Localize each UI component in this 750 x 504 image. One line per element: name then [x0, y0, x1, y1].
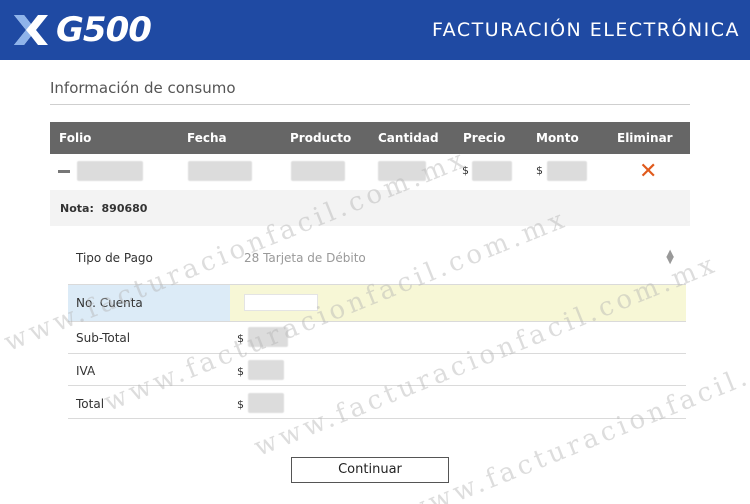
account-row [68, 285, 686, 321]
column-folio: Folio [59, 131, 92, 145]
top-bar: G500 FACTURACIÓN ELECTRÓNICA [0, 0, 750, 60]
folio-cell-redacted [77, 161, 143, 181]
table-row: $ $ ✕ [50, 154, 690, 190]
column-producto: Producto [290, 131, 352, 145]
subtotal-currency: $ [237, 332, 244, 345]
monto-currency: $ [536, 164, 543, 177]
precio-currency: $ [462, 164, 469, 177]
section-title: Información de consumo [50, 79, 236, 97]
account-number-input[interactable] [244, 294, 318, 311]
section-divider [50, 104, 690, 105]
fecha-cell-redacted [188, 161, 252, 181]
table-header: Folio Fecha Producto Cantidad Precio Mon… [50, 122, 690, 154]
form-divider [68, 353, 686, 354]
column-eliminar: Eliminar [617, 131, 673, 145]
payment-type-select[interactable]: 28 Tarjeta de Débito ▲ ▼ [68, 240, 686, 276]
column-monto: Monto [536, 131, 579, 145]
logo-text: G500 [56, 10, 152, 50]
iva-label: IVA [76, 364, 96, 378]
precio-cell-redacted [472, 161, 512, 181]
total-label: Total [76, 397, 105, 411]
nota-label: Nota: [60, 202, 94, 215]
subtotal-label: Sub-Total [76, 331, 131, 345]
iva-currency: $ [237, 365, 244, 378]
continue-button[interactable]: Continuar [291, 457, 449, 483]
collapse-row-icon[interactable] [58, 170, 70, 173]
nota-text: Nota: 890680 [60, 202, 147, 215]
column-fecha: Fecha [187, 131, 227, 145]
nota-row: Nota: 890680 [50, 190, 690, 226]
delete-icon[interactable]: ✕ [639, 161, 657, 183]
select-arrows-icon: ▲ ▼ [666, 248, 674, 266]
app-title: FACTURACIÓN ELECTRÓNICA [431, 19, 740, 41]
form-divider [68, 418, 686, 419]
cantidad-cell-redacted [378, 161, 426, 181]
form-divider [68, 385, 686, 386]
payment-type-label: Tipo de Pago [76, 251, 153, 265]
producto-cell-redacted [291, 161, 345, 181]
iva-value-redacted [248, 360, 284, 380]
subtotal-value-redacted [248, 327, 288, 347]
account-label: No. Cuenta [76, 296, 143, 310]
watermark-text: www.facturacionfacil.com.mx [250, 248, 723, 463]
form-divider [68, 321, 686, 322]
total-value-redacted [248, 393, 284, 413]
payment-type-value: 28 Tarjeta de Débito [244, 251, 366, 265]
monto-cell-redacted [547, 161, 587, 181]
g500-logo-icon [14, 15, 48, 45]
account-input-cell [230, 285, 686, 321]
nota-value: 890680 [101, 202, 148, 215]
logo: G500 [12, 9, 152, 51]
column-precio: Precio [463, 131, 506, 145]
total-currency: $ [237, 398, 244, 411]
watermark-text: www.facturacionfacil.com.mx [400, 313, 750, 504]
column-cantidad: Cantidad [378, 131, 439, 145]
